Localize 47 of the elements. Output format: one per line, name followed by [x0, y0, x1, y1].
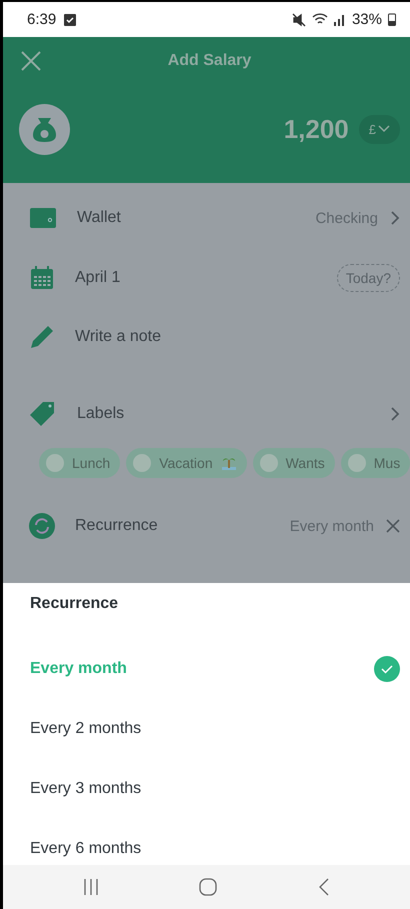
recent-apps-icon[interactable]: [83, 878, 100, 896]
calendar-icon: [29, 265, 55, 291]
label-chip[interactable]: Mus: [340, 448, 410, 478]
money-bag-icon: [19, 104, 70, 154]
row-label: Labels: [77, 405, 126, 423]
recurrence-option[interactable]: Every 3 months: [30, 759, 400, 819]
recurrence-option[interactable]: Every 6 months: [30, 819, 400, 865]
repeat-icon: [29, 513, 55, 539]
label-chip[interactable]: Lunch: [39, 448, 120, 478]
caret-icon: [378, 125, 390, 133]
wallet-icon: [29, 206, 57, 230]
form-row[interactable]: Write a note: [29, 308, 400, 366]
back-icon[interactable]: [318, 878, 330, 896]
chevron-right-icon[interactable]: [390, 210, 400, 226]
close-button[interactable]: [19, 49, 43, 73]
recurrence-option[interactable]: Every month: [30, 639, 400, 699]
row-label: Write a note: [75, 328, 162, 346]
checkbox-icon: [64, 14, 76, 26]
today-chip[interactable]: Today?: [336, 264, 400, 292]
signal-icon: [334, 13, 346, 26]
pencil-icon: [29, 324, 55, 350]
form-row[interactable]: Labels: [29, 384, 400, 444]
currency-selector[interactable]: £: [358, 114, 400, 144]
check-icon: [374, 656, 400, 682]
row-label: April 1: [75, 269, 122, 287]
recurrence-option[interactable]: Every 2 months: [30, 699, 400, 759]
mute-icon: [292, 12, 306, 26]
battery-percent: 33%: [352, 11, 382, 28]
close-icon[interactable]: [386, 519, 400, 533]
row-value: Checking: [315, 210, 378, 226]
form-row[interactable]: April 1 Today?: [29, 248, 400, 308]
chevron-right-icon[interactable]: [390, 406, 400, 422]
label-chip[interactable]: Wants: [252, 448, 335, 478]
battery-icon: [388, 13, 396, 26]
tag-icon: [29, 400, 57, 428]
home-icon[interactable]: [199, 878, 218, 896]
row-label: Wallet: [77, 209, 122, 227]
screen-title: Add Salary: [168, 52, 252, 70]
form-row[interactable]: Wallet Checking: [29, 188, 400, 248]
row-label: Recurrence: [75, 517, 159, 535]
row-value: Every month: [290, 518, 374, 534]
status-time: 6:39: [27, 11, 56, 28]
wifi-icon: [312, 13, 328, 26]
label-chip[interactable]: Vacation: [126, 448, 247, 478]
sheet-title: Recurrence: [30, 594, 120, 614]
amount-value[interactable]: 1,200: [284, 114, 349, 144]
form-row[interactable]: Recurrence Every month: [29, 482, 400, 570]
